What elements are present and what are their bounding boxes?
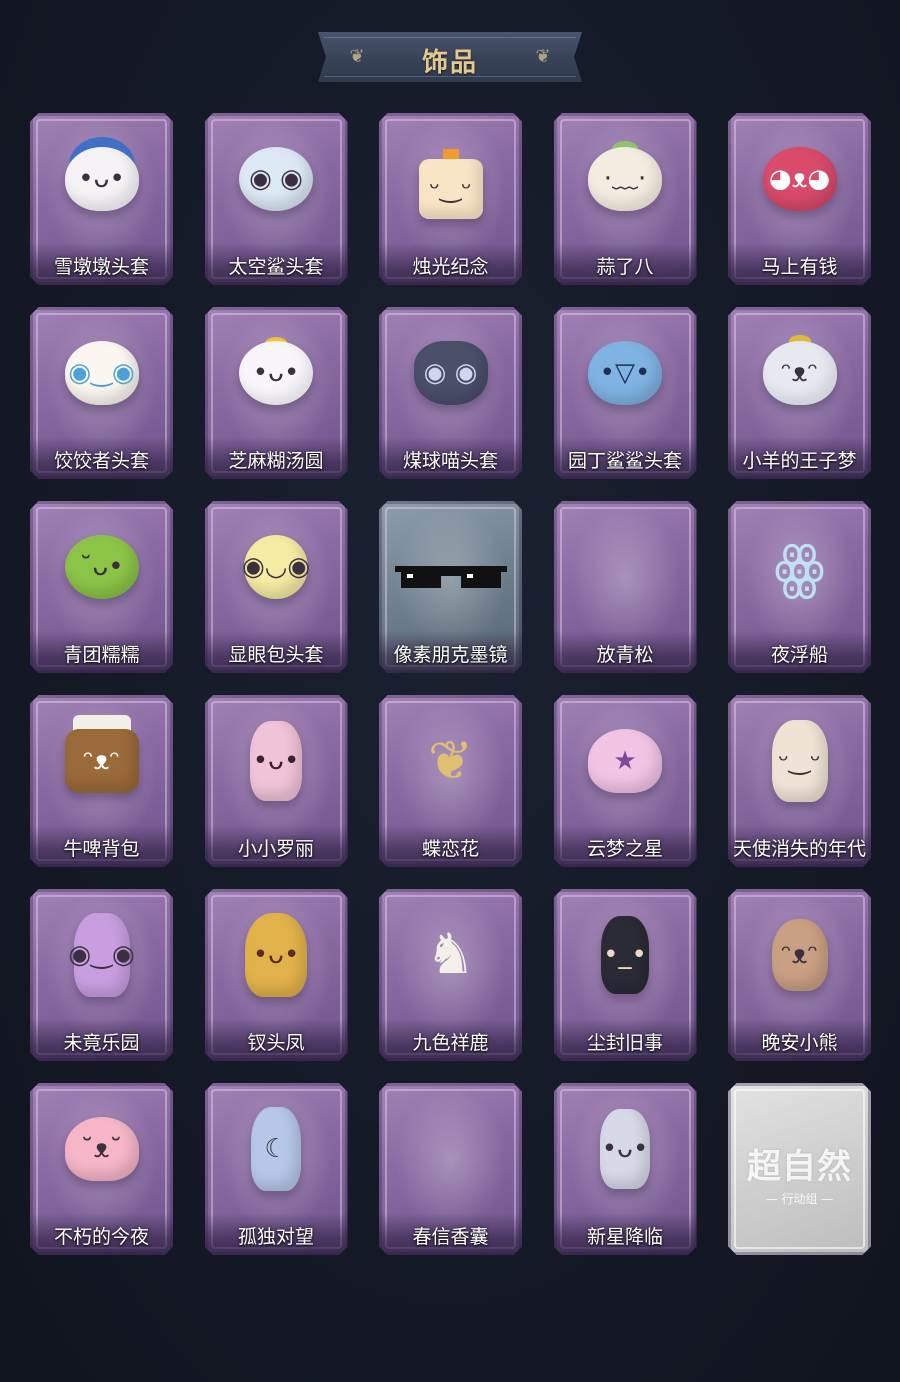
accessory-grid: •ᴗ• 雪墩墩头套 ◉ ◉ 太空鲨头套 ᵕ‿ᵕ 烛光纪念 ·﹏· 蒜了八 ◕ᴥ◕… [30, 113, 875, 1255]
placeholder-card: 超自然 — 行动组 — [728, 1083, 871, 1255]
accessory-name: 园丁鲨鲨头套 [567, 450, 682, 472]
bear-pendant-icon: ᵔᴥᵔ [771, 919, 828, 991]
accessory-card[interactable]: ᵕ‿ᵕ 天使消失的年代 [728, 695, 871, 867]
accessory-card[interactable]: ❦ 蝶恋花 [379, 695, 522, 867]
accessory-card[interactable]: ◕ᴥ◕ 马上有钱 [728, 113, 871, 285]
accessory-card[interactable]: ᵕ‿ᵕ 烛光纪念 [379, 113, 522, 285]
accessory-name: 尘封旧事 [586, 1032, 663, 1054]
accessory-name: 天使消失的年代 [732, 838, 866, 860]
accessory-card[interactable]: ᵔᴥᵔ 小羊的王子梦 [728, 307, 871, 479]
accessory-name: 芝麻糊汤圆 [228, 450, 324, 472]
accessory-name: 马上有钱 [761, 256, 838, 278]
accessory-name: 孤独对望 [237, 1226, 314, 1248]
deer-pendant-icon: ♞ [425, 922, 476, 987]
accessory-name: 牛啤背包 [63, 838, 140, 860]
accessory-name: 蝶恋花 [421, 838, 479, 860]
accessory-name: 未竟乐园 [63, 1032, 140, 1054]
accessory-name: 饺饺者头套 [53, 450, 149, 472]
accessory-card[interactable]: ᵔᴥᵔ 晚安小熊 [728, 889, 871, 1061]
accessory-card[interactable]: ᵔᴥᵔ 牛啤背包 [30, 695, 173, 867]
green-rice-ball-icon: ˘ᴗ• [64, 535, 139, 599]
accessory-card[interactable]: ◉‿◉ 未竟乐园 [30, 889, 173, 1061]
accessory-card[interactable]: ˘ᴥ˘ 不朽的今夜 [30, 1083, 173, 1255]
angel-girl-icon: ᵕ‿ᵕ [771, 720, 828, 802]
star-boy-icon: •ᴗ• [600, 1109, 650, 1189]
garlic-icon: ·﹏· [588, 147, 662, 211]
accessory-card[interactable]: •ᴗ• 钗头凤 [204, 889, 348, 1061]
accessory-name: 不朽的今夜 [53, 1226, 149, 1248]
accessory-name: 夜浮船 [770, 644, 828, 666]
accessory-card[interactable]: ◉ ◉ 太空鲨头套 [204, 113, 348, 285]
accessory-card[interactable]: 放青松 [553, 501, 697, 673]
jellyfish-icon: ꙮ [774, 533, 825, 601]
accessory-card[interactable]: ·﹏· 蒜了八 [553, 113, 697, 285]
accessory-card[interactable]: •ᴗ• 新星降临 [553, 1083, 697, 1255]
pixel-sunglasses-icon [394, 566, 507, 588]
accessory-name: 显眼包头套 [228, 644, 324, 666]
accessory-name: 九色祥鹿 [412, 1032, 489, 1054]
accessory-name: 钗头凤 [247, 1032, 305, 1054]
butterfly-bell-icon: ❦ [427, 729, 474, 792]
accessory-name: 雪墩墩头套 [53, 256, 149, 278]
accessory-name: 烛光纪念 [412, 256, 489, 278]
accessory-name: 像素朋克墨镜 [393, 644, 508, 666]
accessory-name: 小羊的王子梦 [742, 450, 857, 472]
accessory-name: 晚安小熊 [761, 1032, 838, 1054]
accessory-card[interactable]: 春信香囊 [379, 1083, 522, 1255]
accessory-name: 新星降临 [586, 1226, 663, 1248]
unicorn-cloud-icon: ★ [588, 729, 662, 793]
pink-fox-icon: ˘ᴥ˘ [64, 1117, 139, 1181]
accessory-card[interactable]: •ᴗ• 芝麻糊汤圆 [204, 307, 348, 479]
dumpling-head-icon: ◉‿◉ [64, 341, 139, 405]
accessory-name: 煤球喵头套 [402, 450, 498, 472]
accessory-card[interactable]: •ᴗ• 雪墩墩头套 [30, 113, 173, 285]
accessory-card[interactable]: ♞ 九色祥鹿 [379, 889, 522, 1061]
logo-sub-text: — 行动组 — [765, 1192, 834, 1206]
space-shark-head-icon: ◉ ◉ [239, 147, 313, 211]
beer-cow-backpack-icon: ᵔᴥᵔ [64, 729, 139, 793]
accessory-card[interactable]: ☾ 孤独对望 [204, 1083, 348, 1255]
logo-main-text: 超自然 [747, 1147, 852, 1187]
accessory-name: 蒜了八 [596, 256, 654, 278]
accessories-page: ❦ 饰品 ❦ •ᴗ• 雪墩墩头套 ◉ ◉ 太空鲨头套 ᵕ‿ᵕ 烛光纪念 ·﹏· … [0, 0, 900, 1382]
accessory-card[interactable]: ★ 云梦之星 [553, 695, 697, 867]
accessory-card[interactable]: ˘ᴗ• 青团糯糯 [30, 501, 173, 673]
black-cat-head-icon: ◉ ◉ [413, 341, 488, 405]
accessory-card[interactable]: ◉ ◉ 煤球喵头套 [379, 307, 522, 479]
accessory-card[interactable]: •ᴗ• 小小罗丽 [204, 695, 348, 867]
accessory-name: 云梦之星 [586, 838, 663, 860]
ornament-right-icon: ❦ [535, 46, 551, 67]
horse-head-icon: ◕ᴥ◕ [762, 147, 837, 211]
lightbulb-head-icon: ◉◡◉ [242, 535, 310, 599]
accessory-card[interactable]: •▽• 园丁鲨鲨头套 [553, 307, 697, 479]
snowman-deer-head-icon: •ᴗ• [64, 147, 139, 211]
accessory-name: 春信香囊 [412, 1226, 489, 1248]
sheep-prince-icon: ᵔᴥᵔ [762, 341, 837, 405]
accessory-card[interactable]: ◉◡◉ 显眼包头套 [204, 501, 348, 673]
candle-icon: ᵕ‿ᵕ [418, 159, 483, 219]
accessory-card[interactable]: ◉‿◉ 饺饺者头套 [30, 307, 173, 479]
accessory-card[interactable]: •_• 尘封旧事 [553, 889, 697, 1061]
phoenix-crown-icon: •ᴗ• [245, 913, 307, 997]
accessory-name: 太空鲨头套 [228, 256, 324, 278]
rice-ball-icon: •ᴗ• [239, 341, 313, 405]
clown-girl-icon: ◉‿◉ [68, 913, 135, 997]
game-logo-watermark: 超自然 — 行动组 — [728, 1139, 871, 1207]
gardener-shark-icon: •▽• [588, 341, 662, 405]
boy-pendant-icon: •_• [601, 916, 649, 994]
accessory-card[interactable]: ꙮ 夜浮船 [728, 501, 871, 673]
doll-icon: •ᴗ• [250, 721, 302, 801]
moon-pendant-icon: ☾ [251, 1107, 301, 1191]
accessory-card[interactable]: 像素朋克墨镜 [379, 501, 522, 673]
section-title-banner: ❦ 饰品 ❦ [318, 32, 582, 82]
accessory-name: 青团糯糯 [63, 644, 140, 666]
accessory-name: 放青松 [596, 644, 654, 666]
accessory-name: 小小罗丽 [237, 838, 314, 860]
